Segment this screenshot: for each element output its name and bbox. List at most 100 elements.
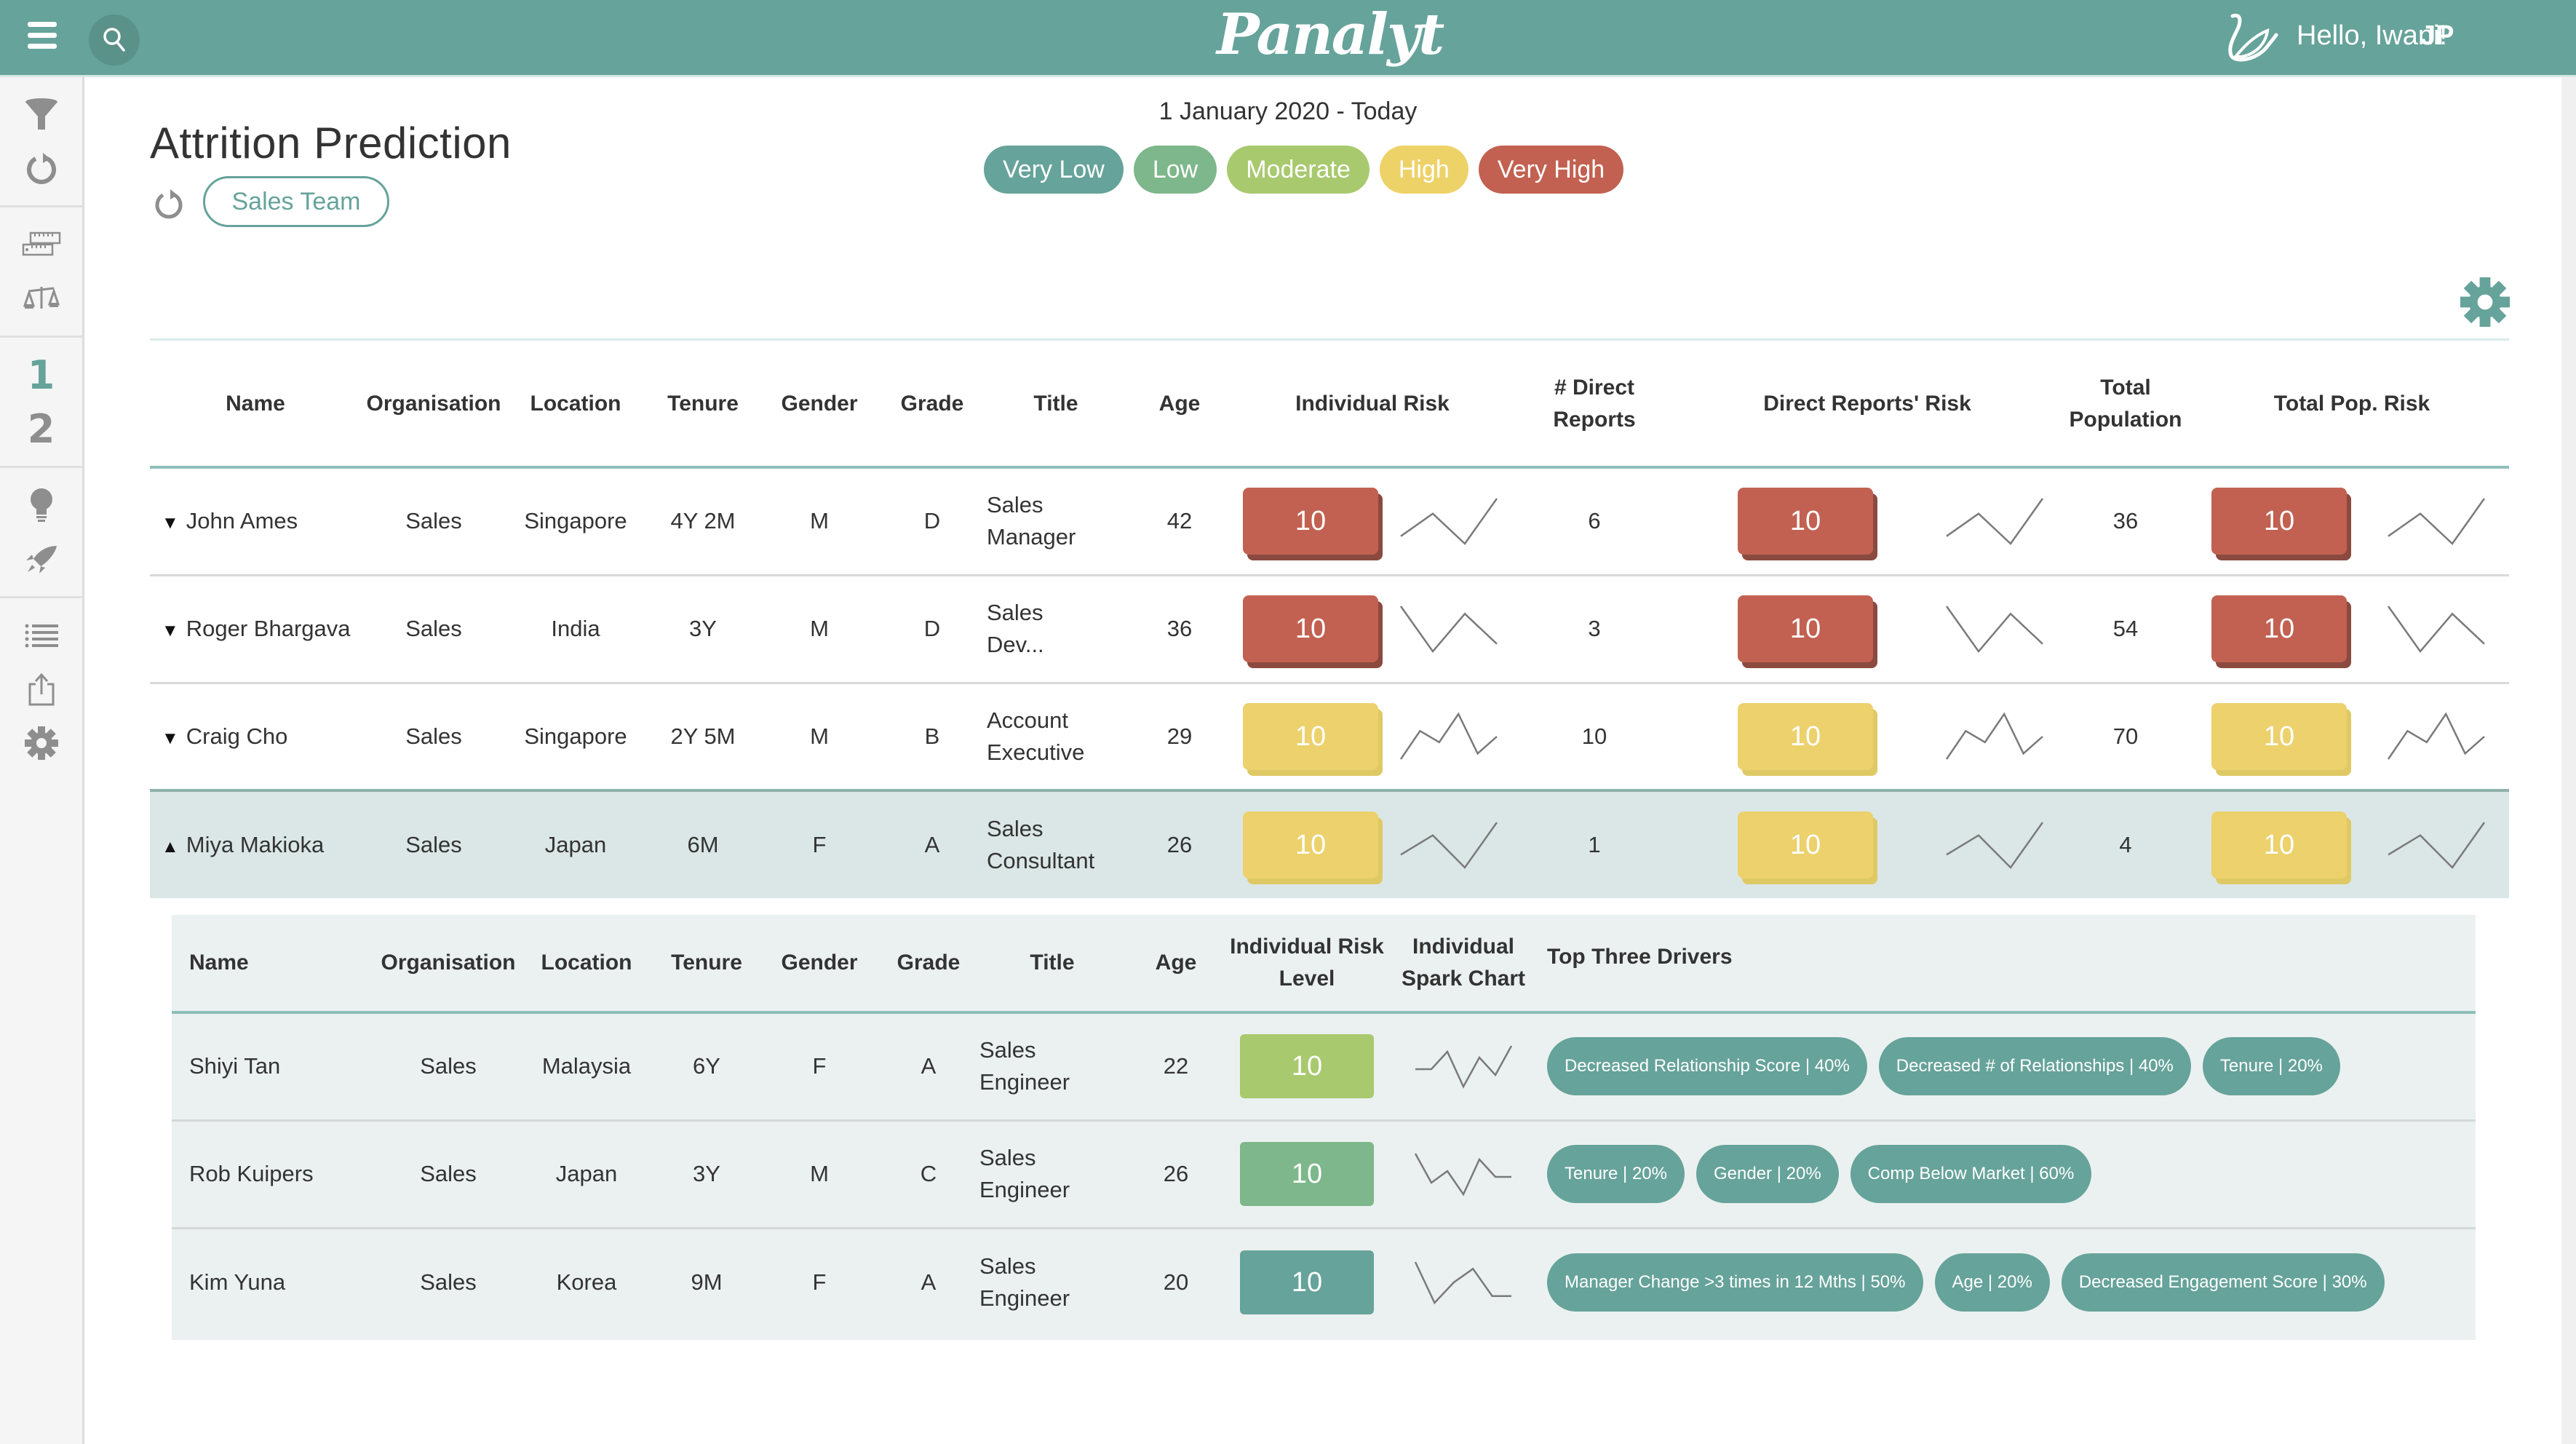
driver-pill[interactable]: Tenure | 20% [2202,1037,2340,1096]
sub-table-row[interactable]: Kim Yuna Sales Korea 9M F A Sales Engineer 20 10 M… [172,1228,2476,1336]
table-row[interactable]: ▼ Roger Bhargava Sales India 3Y M D Sales Dev...… [150,575,2509,683]
column-header-grade[interactable]: Grade [878,342,987,467]
driver-pill[interactable]: Manager Change >3 times in 12 Mths | 50% [1547,1253,1923,1312]
table-row[interactable]: ▲ Miya Makioka Sales Japan 6M F A Sales Consulta… [150,790,2509,898]
sidebar-compare[interactable] [0,271,82,325]
driver-pill[interactable]: Decreased # of Relationships | 40% [1878,1037,2191,1096]
expand-caret-icon[interactable]: ▼ [162,621,179,641]
title-cell: Sales Dev... [987,575,1125,683]
search-button[interactable] [89,15,140,66]
sub-column-header-tenure[interactable]: Tenure [652,915,761,1012]
expand-caret-icon[interactable]: ▼ [162,729,179,749]
column-header-location[interactable]: Location [506,342,645,467]
column-header--direct-reports[interactable]: # Direct Reports [1511,342,1678,467]
sidebar-step-2[interactable]: 2 [0,402,82,456]
column-header-organisation[interactable]: Organisation [361,342,506,467]
legend-pill-moderate[interactable]: Moderate [1227,146,1370,194]
sub-column-header-name[interactable]: Name [172,915,375,1012]
name-cell: ▼ John Ames [150,467,361,575]
employee-name[interactable]: Craig Cho [186,723,288,749]
collapse-caret-icon[interactable]: ▲ [162,837,179,857]
sidebar-actions[interactable] [0,532,82,586]
driver-pill[interactable]: Age | 20% [1934,1253,2050,1312]
direct-reports-risk-badge[interactable]: 10 [1738,595,1873,662]
sub-column-header-top-three-drivers[interactable]: Top Three Drivers [1540,915,2476,1012]
direct-reports-risk-badge[interactable]: 10 [1738,812,1873,878]
column-header-individual-risk[interactable]: Individual Risk [1234,342,1511,467]
employee-name[interactable]: Roger Bhargava [186,616,351,641]
name-cell: ▼ Craig Cho [150,683,361,790]
direct-reports-risk-badge[interactable]: 10 [1738,488,1873,555]
date-range[interactable]: 1 January 2020 - Today [1150,98,1426,126]
legend-pill-very-low[interactable]: Very Low [984,146,1124,194]
column-header-tenure[interactable]: Tenure [645,342,761,467]
employee-name[interactable]: Miya Makioka [186,832,325,857]
column-header-total-pop-risk[interactable]: Total Pop. Risk [2195,342,2509,467]
sidebar-list[interactable] [0,608,82,662]
total-pop-risk-badge[interactable]: 10 [2211,488,2347,555]
employee-name[interactable]: John Ames [186,508,298,533]
sub-column-header-gender[interactable]: Gender [761,915,878,1012]
user-avatar[interactable]: JP [2420,20,2454,52]
sidebar-filter[interactable] [0,87,82,141]
column-header-total-population[interactable]: Total Population [2056,342,2195,467]
sidebar-insights[interactable] [0,478,82,532]
total-pop-risk-badge[interactable]: 10 [2211,595,2347,662]
driver-pill[interactable]: Comp Below Market | 60% [1850,1145,2092,1203]
location-cell: Singapore [524,508,627,534]
individual-risk-badge[interactable]: 10 [1243,702,1378,770]
direct-reports-risk-badge[interactable]: 10 [1738,702,1873,770]
refresh-icon[interactable] [153,188,185,221]
sub-column-header-age[interactable]: Age [1125,915,1227,1012]
individual-risk-spark-cell [1387,790,1511,898]
individual-risk-badge[interactable]: 10 [1243,488,1378,555]
employee-name: Kim Yuna [189,1269,286,1295]
total-pop-risk-badge[interactable]: 10 [2211,702,2347,770]
sidebar-export[interactable] [0,662,82,716]
sub-table-row[interactable]: Rob Kuipers Sales Japan 3Y M C Sales Engineer 26… [172,1120,2476,1228]
settings-icon [24,726,58,760]
title-cell: Sales Manager [987,467,1125,575]
sidebar-measures[interactable] [0,218,82,271]
sidebar-settings[interactable] [0,716,82,770]
driver-pill[interactable]: Gender | 20% [1696,1145,1839,1203]
driver-pill[interactable]: Tenure | 20% [1547,1145,1685,1203]
column-header-title[interactable]: Title [987,342,1125,467]
risk-level-badge[interactable]: 10 [1240,1142,1374,1206]
risk-level-badge[interactable]: 10 [1240,1034,1374,1099]
menu-button[interactable] [28,22,57,51]
sub-column-header-title[interactable]: Title [979,915,1125,1012]
column-header-age[interactable]: Age [1125,342,1234,467]
sub-column-header-grade[interactable]: Grade [878,915,979,1012]
individual-risk-badge[interactable]: 10 [1243,812,1378,878]
driver-pill[interactable]: Decreased Relationship Score | 40% [1547,1037,1867,1096]
sub-column-header-location[interactable]: Location [521,915,652,1012]
title-line: Sales [979,1253,1036,1279]
column-header-direct-reports-risk[interactable]: Direct Reports' Risk [1678,342,2056,467]
rocket-icon [25,546,57,574]
sidebar-reset[interactable] [0,141,82,195]
team-filter-pill[interactable]: Sales Team [203,176,389,227]
column-header-gender[interactable]: Gender [761,342,878,467]
gender-cell: M [810,616,829,641]
driver-pill[interactable]: Decreased Engagement Score | 30% [2061,1253,2385,1312]
sub-column-header-organisation[interactable]: Organisation [375,915,521,1012]
page-scrollbar[interactable] [2561,77,2576,1444]
sidebar-step-1[interactable]: 1 [0,348,82,402]
individual-risk-badge[interactable]: 10 [1243,595,1378,662]
legend-pill-very-high[interactable]: Very High [1478,146,1624,194]
sub-column-header-individual-spark-chart[interactable]: Individual Spark Chart [1387,915,1540,1012]
legend-pill-high[interactable]: High [1379,146,1468,194]
risk-level-badge[interactable]: 10 [1240,1250,1374,1314]
total-pop-risk-badge[interactable]: 10 [2211,812,2347,878]
organisation-cell: Sales [405,508,462,534]
table-row[interactable]: ▼ John Ames Sales Singapore 4Y 2M M D Sales Mana… [150,467,2509,575]
sub-table-row[interactable]: Shiyi Tan Sales Malaysia 6Y F A Sales Engineer 2… [172,1012,2476,1120]
table-settings-gear-icon[interactable] [2458,275,2512,329]
table-row[interactable]: ▼ Craig Cho Sales Singapore 2Y 5M M B Account Ex… [150,683,2509,790]
expand-caret-icon[interactable]: ▼ [162,513,179,533]
sub-column-header-individual-risk-level[interactable]: Individual Risk Level [1227,915,1387,1012]
legend-pill-low[interactable]: Low [1133,146,1217,194]
age-cell: 26 [1166,832,1193,857]
column-header-name[interactable]: Name [150,342,361,467]
